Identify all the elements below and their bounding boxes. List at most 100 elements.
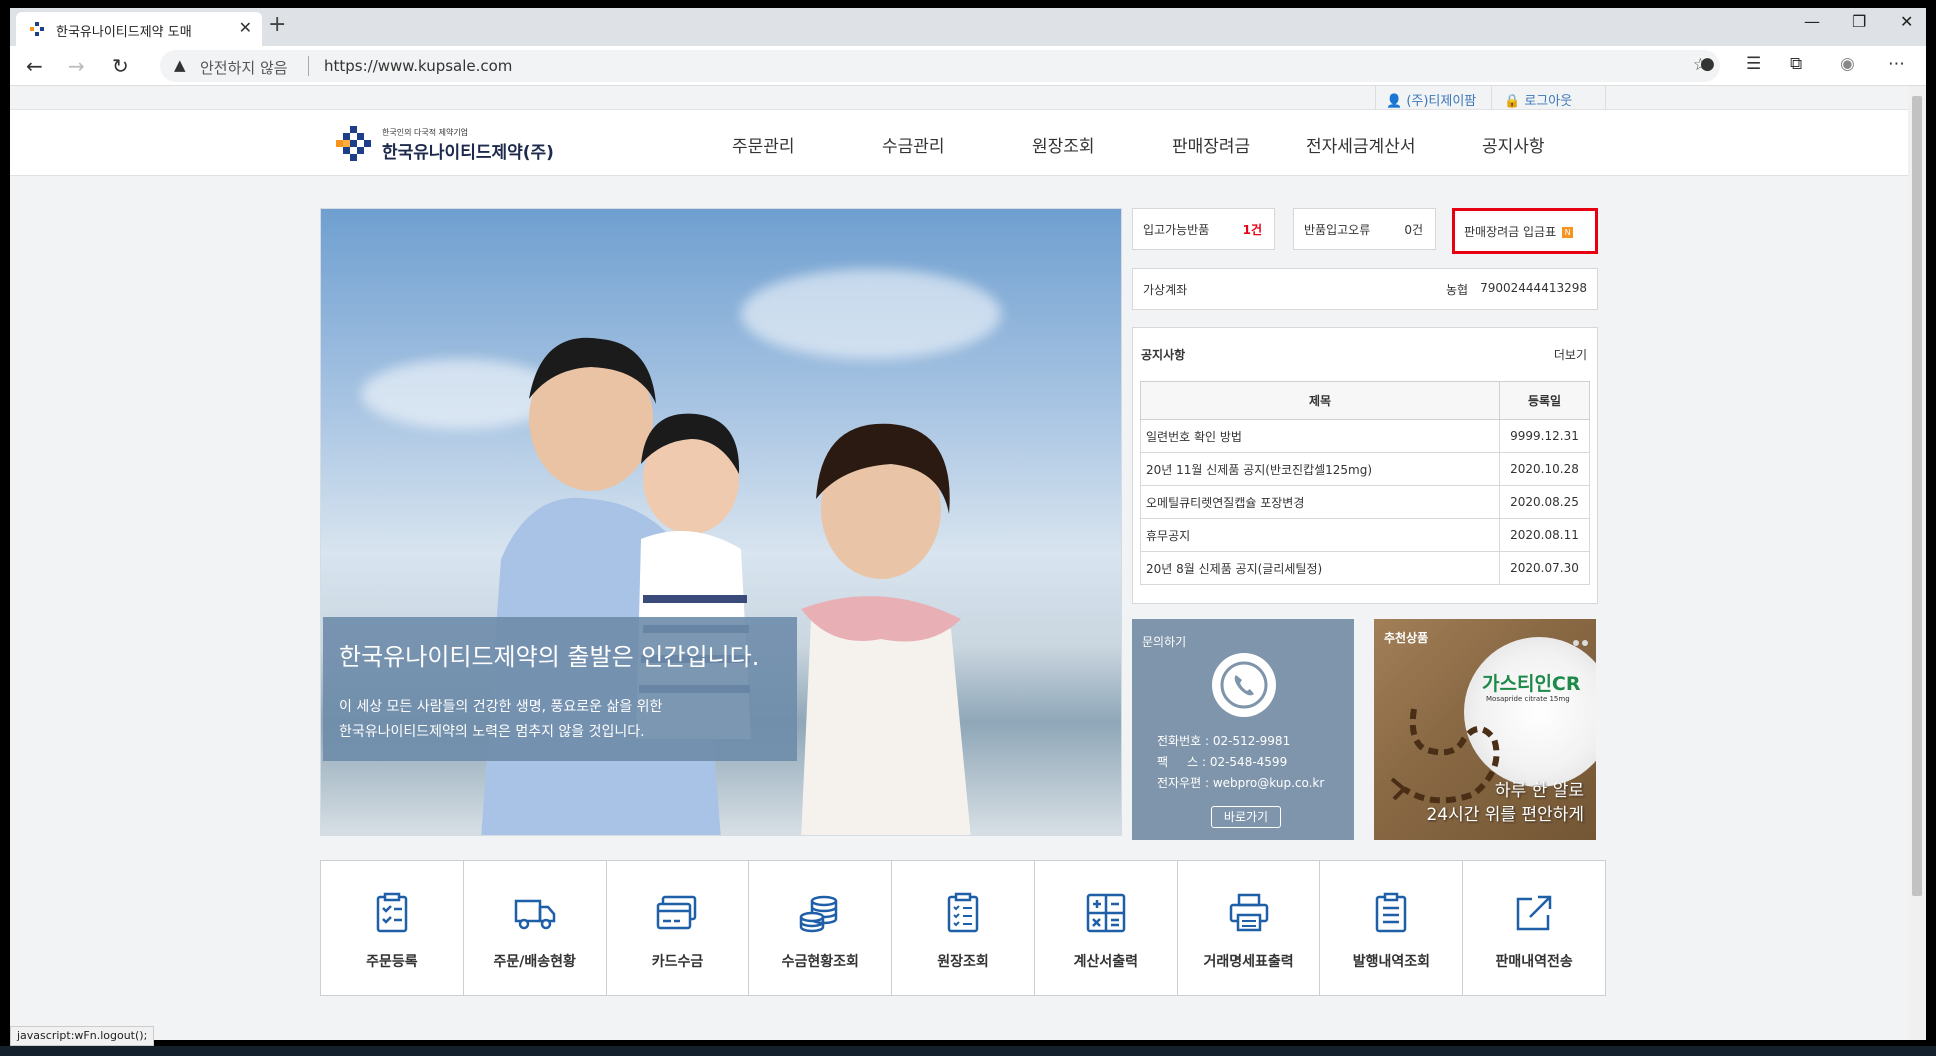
quick-ledger[interactable]: 원장조회 xyxy=(892,861,1035,995)
notice-row[interactable]: 일련번호 확인 방법 9999.12.31 xyxy=(1140,419,1590,453)
notice-subject[interactable]: 20년 8월 신제품 공지(글리세틸정) xyxy=(1140,551,1500,585)
scrollbar-thumb[interactable] xyxy=(1912,96,1922,896)
stomach-illustration xyxy=(1390,708,1500,804)
product-brand: 가스티인CR xyxy=(1482,673,1581,695)
notice-more-link[interactable]: 더보기 xyxy=(1554,346,1587,363)
back-icon[interactable]: ← xyxy=(26,54,43,78)
user-name[interactable]: (주)티제이팜 xyxy=(1406,94,1476,109)
account-avatar-icon[interactable]: ◉ xyxy=(1840,54,1855,74)
logo-text[interactable]: 한국유나이티드제약(주) xyxy=(382,138,554,163)
new-tab-icon[interactable]: + xyxy=(268,12,286,37)
notice-col-date: 등록일 xyxy=(1499,381,1590,420)
quick-collection-status[interactable]: 수금현황조회 xyxy=(749,861,893,995)
quick-label[interactable]: 카드수금 xyxy=(607,951,749,971)
notice-subject[interactable]: 휴무공지 xyxy=(1140,518,1500,552)
site-favicon-icon xyxy=(30,22,44,36)
contact-panel: 문의하기 전화번호 : 02-512-9981 팩 스 : 02-548-459… xyxy=(1132,619,1354,840)
user-link[interactable]: 👤 (주)티제이팜 xyxy=(1386,90,1476,109)
quick-label[interactable]: 판매내역전송 xyxy=(1463,951,1605,971)
quick-invoice-print[interactable]: 계산서출력 xyxy=(1035,861,1178,995)
calculator-icon xyxy=(1086,893,1126,933)
nav-tax-invoice[interactable]: 전자세금계산서 xyxy=(1306,132,1415,157)
order-form-icon xyxy=(376,892,408,933)
notice-row[interactable]: 휴무공지 2020.08.11 xyxy=(1140,518,1590,552)
incentive-slip-text[interactable]: 판매장려금 입금표 xyxy=(1464,225,1556,239)
quick-issue-history[interactable]: 발행내역조회 xyxy=(1320,861,1464,995)
collections-icon[interactable]: ⧉ xyxy=(1790,54,1802,74)
url-text[interactable]: https://www.kupsale.com xyxy=(324,57,512,75)
virtual-account-bank: 농협 xyxy=(1446,283,1469,297)
restore-icon[interactable]: ❐ xyxy=(1852,12,1866,31)
quick-order-delivery[interactable]: 주문/배송현황 xyxy=(464,861,607,995)
slider-dot[interactable] xyxy=(1582,640,1588,646)
contact-goto-button[interactable]: 바로가기 xyxy=(1211,806,1281,828)
tab-title: 한국유나이티드제약 도매 xyxy=(56,25,192,40)
url-box[interactable]: ▲ 안전하지 않음 https://www.kupsale.com ☆ xyxy=(160,50,1720,82)
notice-date: 2020.08.25 xyxy=(1499,485,1590,519)
quick-card-collection[interactable]: 카드수금 xyxy=(607,861,750,995)
returns-available-label: 입고가능반품 xyxy=(1143,223,1210,237)
quick-label[interactable]: 수금현황조회 xyxy=(749,951,891,971)
profile-extension-icon[interactable]: ● xyxy=(1700,54,1715,74)
forward-icon[interactable]: → xyxy=(68,54,85,78)
credit-card-icon xyxy=(657,895,697,930)
recommend-copy-line2: 24시간 위를 편안하게 xyxy=(1426,805,1584,825)
quick-label[interactable]: 거래명세표출력 xyxy=(1178,951,1320,971)
nav-collection[interactable]: 수금관리 xyxy=(882,132,945,157)
notice-subject[interactable]: 20년 11월 신제품 공지(반코진캅셀125mg) xyxy=(1140,452,1500,486)
returns-available-box[interactable]: 입고가능반품 1건 xyxy=(1132,208,1275,250)
notice-subject[interactable]: 일련번호 확인 방법 xyxy=(1140,419,1500,453)
returns-error-box[interactable]: 반품입고오류 0건 xyxy=(1293,208,1436,250)
nav-ledger[interactable]: 원장조회 xyxy=(1032,132,1095,157)
notice-row[interactable]: 오메틸큐티렛연질캡슐 포장변경 2020.08.25 xyxy=(1140,485,1590,519)
status-bar-url: javascript:wFn.logout(); xyxy=(10,1026,155,1046)
nav-notice[interactable]: 공지사항 xyxy=(1482,132,1545,157)
recommended-product-banner[interactable]: 추천상품 가스티인CR Mosapride citrate 15mg 하루 한 … xyxy=(1374,619,1596,840)
quick-label[interactable]: 원장조회 xyxy=(892,951,1034,971)
warning-icon[interactable]: ▲ xyxy=(174,56,186,74)
contact-email: 전자우편 : webpro@kup.co.kr xyxy=(1157,776,1325,790)
nav-incentive[interactable]: 판매장려금 xyxy=(1172,132,1250,157)
browser-tab-strip: 한국유나이티드제약 도매 ✕ + — ❐ ✕ xyxy=(10,8,1926,46)
returns-error-count[interactable]: 0건 xyxy=(1404,221,1423,238)
security-label[interactable]: 안전하지 않음 xyxy=(200,57,288,78)
utility-divider xyxy=(1491,86,1492,110)
contact-phone: 전화번호 : 02-512-9981 xyxy=(1157,734,1291,748)
quick-label[interactable]: 주문등록 xyxy=(321,951,463,971)
site-header: 한국인의 다국적 제약기업 한국유나이티드제약(주) 주문관리 수금관리 원장조… xyxy=(10,110,1908,176)
nav-order[interactable]: 주문관리 xyxy=(732,132,795,157)
minimize-icon[interactable]: — xyxy=(1804,12,1820,31)
url-separator xyxy=(308,56,309,76)
hero-desc-line1: 이 세상 모든 사람들의 건강한 생명, 풍요로운 삶을 위한 xyxy=(339,699,663,715)
quick-statement-print[interactable]: 거래명세표출력 xyxy=(1178,861,1321,995)
logout-label[interactable]: 로그아웃 xyxy=(1524,94,1572,109)
company-logo-icon[interactable] xyxy=(336,124,374,162)
virtual-account-number: 79002444413298 xyxy=(1480,281,1587,295)
quick-sales-transfer[interactable]: 판매내역전송 xyxy=(1463,861,1605,995)
close-window-icon[interactable]: ✕ xyxy=(1900,12,1913,31)
browser-tab[interactable]: 한국유나이티드제약 도매 ✕ xyxy=(16,12,262,46)
notice-title: 공지사항 xyxy=(1141,348,1186,362)
notice-col-subject: 제목 xyxy=(1140,381,1500,420)
quick-menu: 주문등록 주문/배송현황 카드수금 수금현황조회 원장조회 계산서출력 거래명세… xyxy=(320,860,1606,996)
quick-label[interactable]: 계산서출력 xyxy=(1035,951,1177,971)
notice-date: 9999.12.31 xyxy=(1499,419,1590,453)
more-menu-icon[interactable]: ⋯ xyxy=(1888,54,1905,74)
refresh-icon[interactable]: ↻ xyxy=(112,54,129,78)
notice-row[interactable]: 20년 11월 신제품 공지(반코진캅셀125mg) 2020.10.28 xyxy=(1140,452,1590,486)
page-scrollbar[interactable] xyxy=(1908,86,1926,1040)
notice-date: 2020.07.30 xyxy=(1499,551,1590,585)
incentive-slip-label[interactable]: 판매장려금 입금표 N xyxy=(1464,223,1574,240)
notice-row[interactable]: 20년 8월 신제품 공지(글리세틸정) 2020.07.30 xyxy=(1140,551,1590,585)
quick-order-register[interactable]: 주문등록 xyxy=(321,861,464,995)
quick-label[interactable]: 발행내역조회 xyxy=(1320,951,1462,971)
notice-subject[interactable]: 오메틸큐티렛연질캡슐 포장변경 xyxy=(1140,485,1500,519)
phone-icon xyxy=(1212,653,1276,717)
tab-close-icon[interactable]: ✕ xyxy=(239,18,252,37)
logout-link[interactable]: 🔒 로그아웃 xyxy=(1504,90,1572,109)
incentive-slip-button[interactable]: 판매장려금 입금표 N xyxy=(1452,208,1598,254)
favorites-list-icon[interactable]: ☰ xyxy=(1746,54,1761,74)
returns-available-count[interactable]: 1건 xyxy=(1243,221,1262,238)
notice-panel: 공지사항 더보기 제목 등록일 일련번호 확인 방법 9999.12.31 20년… xyxy=(1132,327,1598,604)
quick-label[interactable]: 주문/배송현황 xyxy=(464,951,606,971)
